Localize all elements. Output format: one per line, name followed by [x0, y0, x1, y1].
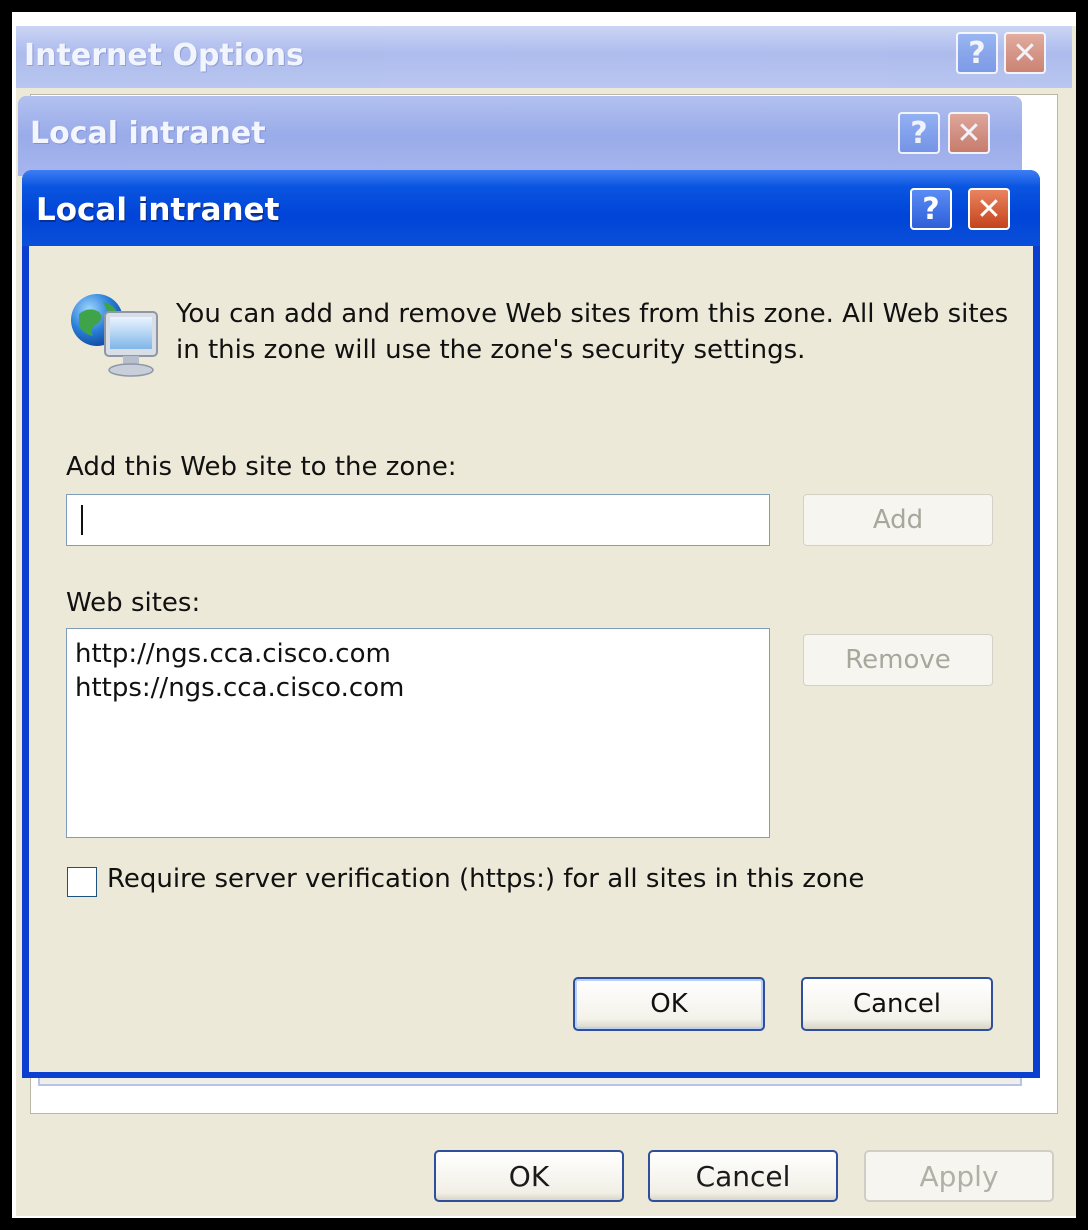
close-icon: ✕	[956, 115, 982, 151]
internet-options-apply-button[interactable]: Apply	[864, 1150, 1054, 1202]
local-intranet-help-button[interactable]: ?	[910, 188, 952, 230]
cancel-button[interactable]: Cancel	[801, 977, 993, 1031]
add-site-label: Add this Web site to the zone:	[66, 452, 457, 482]
require-verification-checkbox[interactable]	[67, 867, 97, 897]
internet-options-title: Internet Options	[24, 38, 304, 73]
web-sites-label: Web sites:	[66, 588, 201, 618]
zone-info-line-1: You can add and remove Web sites from th…	[176, 299, 1009, 329]
add-button[interactable]: Add	[803, 494, 993, 546]
list-item[interactable]: http://ngs.cca.cisco.com	[75, 637, 769, 671]
remove-button[interactable]: Remove	[803, 634, 993, 686]
local-intranet-dialog-body: You can add and remove Web sites from th…	[29, 246, 1033, 1072]
close-icon: ✕	[1012, 35, 1038, 71]
internet-options-close-button[interactable]: ✕	[1004, 32, 1046, 74]
zone-info-line-2: in this zone will use the zone's securit…	[176, 335, 806, 365]
add-site-input[interactable]	[66, 494, 770, 546]
help-icon: ?	[910, 115, 928, 151]
local-intranet-back-title-bar: Local intranet ? ✕	[18, 96, 1022, 176]
local-intranet-back-help-button[interactable]: ?	[898, 112, 940, 154]
help-icon: ?	[922, 191, 940, 227]
local-intranet-dialog: Local intranet ? ✕ You can add and remov…	[22, 170, 1040, 1078]
close-icon: ✕	[976, 191, 1002, 227]
local-intranet-close-button[interactable]: ✕	[968, 188, 1010, 230]
zone-info-text: You can add and remove Web sites from th…	[176, 296, 1016, 368]
internet-options-help-button[interactable]: ?	[956, 32, 998, 74]
help-icon: ?	[968, 35, 986, 71]
local-intranet-back-title: Local intranet	[30, 116, 266, 151]
internet-options-cancel-button[interactable]: Cancel	[648, 1150, 838, 1202]
internet-options-ok-button[interactable]: OK	[434, 1150, 624, 1202]
internet-options-title-bar: Internet Options ? ✕	[16, 26, 1072, 88]
web-sites-list[interactable]: http://ngs.cca.cisco.com https://ngs.cca…	[66, 628, 770, 838]
list-item[interactable]: https://ngs.cca.cisco.com	[75, 671, 769, 705]
text-caret	[81, 505, 83, 535]
local-intranet-title: Local intranet	[36, 192, 280, 228]
require-verification-label[interactable]: Require server verification (https:) for…	[107, 864, 864, 894]
local-intranet-title-bar: Local intranet ? ✕	[22, 170, 1040, 246]
globe-monitor-icon	[71, 294, 158, 377]
local-intranet-back-close-button[interactable]: ✕	[948, 112, 990, 154]
ok-button[interactable]: OK	[573, 977, 765, 1031]
